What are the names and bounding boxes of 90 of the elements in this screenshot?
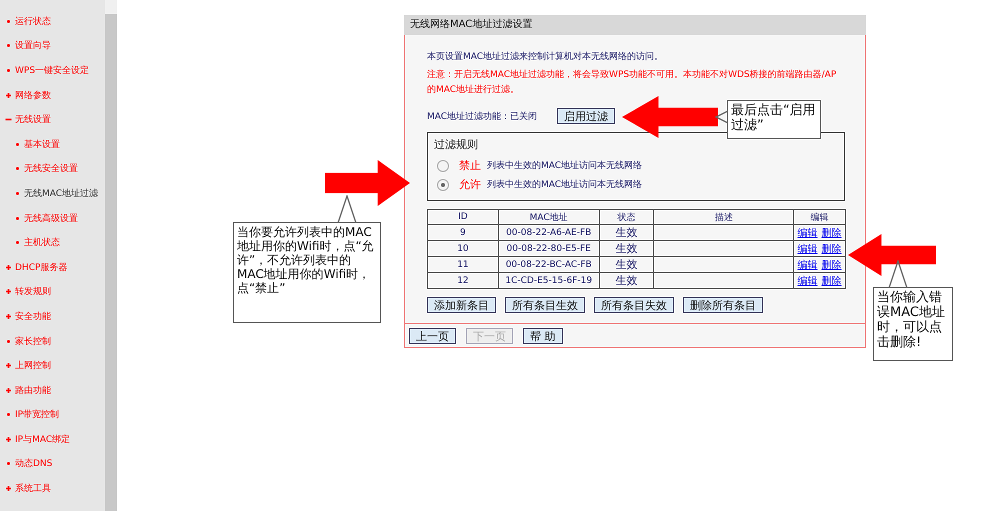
menu-item[interactable]: 路由功能 — [0, 378, 105, 402]
edit-link[interactable]: 编辑 — [798, 276, 818, 286]
rules-title: 过滤规则 — [434, 137, 478, 152]
menu-item[interactable]: 无线MAC地址过滤 — [0, 181, 105, 206]
edit-link[interactable]: 编辑 — [798, 244, 818, 254]
bullet-icon — [5, 338, 12, 345]
menu-item[interactable]: 家长控制 — [0, 328, 105, 354]
menu-item[interactable]: 主机状态 — [0, 230, 105, 255]
table-cell: 9 — [428, 224, 498, 240]
action-button[interactable]: 添加新条目 — [427, 297, 496, 313]
bullet-icon — [14, 239, 21, 246]
scrollbar[interactable] — [105, 0, 117, 511]
menu-item[interactable]: 运行状态 — [0, 9, 105, 34]
table-cell: 生效 — [599, 240, 654, 256]
table-cell: 生效 — [599, 224, 654, 240]
menu-item[interactable]: DHCP服务器 — [0, 254, 105, 280]
callout-pointer — [337, 195, 357, 223]
table-cell: 11 — [428, 256, 498, 272]
plus-icon — [5, 436, 12, 443]
menu-item[interactable]: 转发规则 — [0, 280, 105, 304]
menu-item[interactable]: 无线设置 — [0, 107, 105, 132]
bullet-icon — [14, 165, 21, 172]
menu-item[interactable]: IP带宽控制 — [0, 402, 105, 428]
delete-link[interactable]: 删除 — [822, 244, 842, 254]
warning-text: 注意：开启无线MAC地址过滤功能，将会导致WPS功能不可用。本功能不对WDS桥接的前端路由器/AP的MAC地址进行过滤。 — [427, 68, 838, 97]
option-description: 列表中生效的MAC地址访问本无线网络 — [487, 178, 642, 191]
bullet-icon — [14, 140, 21, 148]
menu-item[interactable]: WPS一键安全设定 — [0, 58, 105, 83]
bullet-icon — [5, 42, 12, 50]
panel-title: 无线网络MAC地址过滤设置 — [404, 15, 866, 35]
table-cell: 10 — [428, 240, 498, 256]
minus-icon — [5, 116, 12, 124]
nav-button[interactable]: 上一页 — [409, 328, 456, 344]
column-header: MAC地址 — [498, 210, 600, 224]
table-cell: 00-08-22-BC-AC-FB — [498, 256, 600, 272]
column-header: 状态 — [599, 210, 654, 224]
menu-item[interactable]: 动态DNS — [0, 452, 105, 476]
table-cell: 12 — [428, 272, 498, 288]
menu-item[interactable]: IP与MAC绑定 — [0, 427, 105, 452]
bullet-icon — [5, 18, 12, 25]
menu-item[interactable]: 安全功能 — [0, 304, 105, 329]
action-button[interactable]: 删除所有条目 — [683, 297, 763, 313]
column-header: ID — [428, 210, 498, 224]
menu-item[interactable]: 无线高级设置 — [0, 206, 105, 230]
column-header: 编辑 — [794, 210, 846, 224]
enable-filter-button[interactable]: 启用过滤 — [557, 108, 616, 124]
delete-link[interactable]: 删除 — [822, 276, 842, 286]
bullet-icon — [5, 411, 12, 418]
plus-icon — [5, 264, 12, 271]
action-button[interactable]: 所有条目失效 — [594, 297, 674, 313]
callout-pointer — [888, 260, 908, 288]
bullet-icon — [14, 214, 21, 222]
menu-item[interactable]: 设置向导 — [0, 34, 105, 58]
action-button[interactable]: 所有条目生效 — [505, 297, 585, 313]
column-header: 描述 — [654, 210, 794, 224]
menu-item[interactable]: 网络参数 — [0, 82, 105, 108]
table-cell: 1C-CD-E5-15-6F-19 — [498, 272, 600, 288]
intro-text: 本页设置MAC地址过滤来控制计算机对本无线网络的访问。 — [427, 50, 664, 64]
plus-icon — [5, 485, 12, 492]
bullet-icon — [5, 460, 12, 468]
nav-button[interactable]: 帮 助 — [523, 328, 562, 344]
table-cell: 00-08-22-A6-AE-FB — [498, 224, 600, 240]
plus-icon — [5, 92, 12, 99]
radio-button[interactable] — [437, 160, 449, 172]
delete-link[interactable]: 删除 — [822, 228, 842, 238]
plus-icon — [5, 362, 12, 370]
table-cell: 生效 — [599, 272, 654, 288]
option-label: 允许 — [459, 177, 481, 192]
table-cell: 00-08-22-80-E5-FE — [498, 240, 600, 256]
menu-item[interactable]: 无线安全设置 — [0, 156, 105, 182]
callout-pointer — [715, 110, 728, 124]
table-cell: 生效 — [599, 256, 654, 272]
callout: 当你要允许列表中的MAC地址用你的Wifi时，点“允许”，不允许列表中的MAC地址用你的Wifi时，点“禁止” — [233, 222, 381, 323]
plus-icon — [5, 312, 12, 320]
plus-icon — [5, 386, 12, 394]
menu-item[interactable]: 上网控制 — [0, 353, 105, 378]
option-description: 列表中生效的MAC地址访问本无线网络 — [487, 160, 642, 172]
delete-link[interactable]: 删除 — [822, 260, 842, 270]
callout: 当你输入错误MAC地址时，可以点击删除! — [873, 287, 953, 361]
bullet-icon — [14, 190, 21, 197]
option-label: 禁止 — [459, 158, 481, 173]
menu-item[interactable]: 系统工具 — [0, 476, 105, 501]
menu-item[interactable]: 基本设置 — [0, 132, 105, 157]
edit-link[interactable]: 编辑 — [798, 228, 818, 238]
filter-status: MAC地址过滤功能：已关闭 — [427, 110, 538, 122]
bullet-icon — [5, 66, 12, 74]
callout: 最后点击“启用过滤” — [727, 100, 821, 139]
edit-link[interactable]: 编辑 — [798, 260, 818, 270]
radio-button[interactable] — [437, 178, 449, 190]
plus-icon — [5, 288, 12, 296]
